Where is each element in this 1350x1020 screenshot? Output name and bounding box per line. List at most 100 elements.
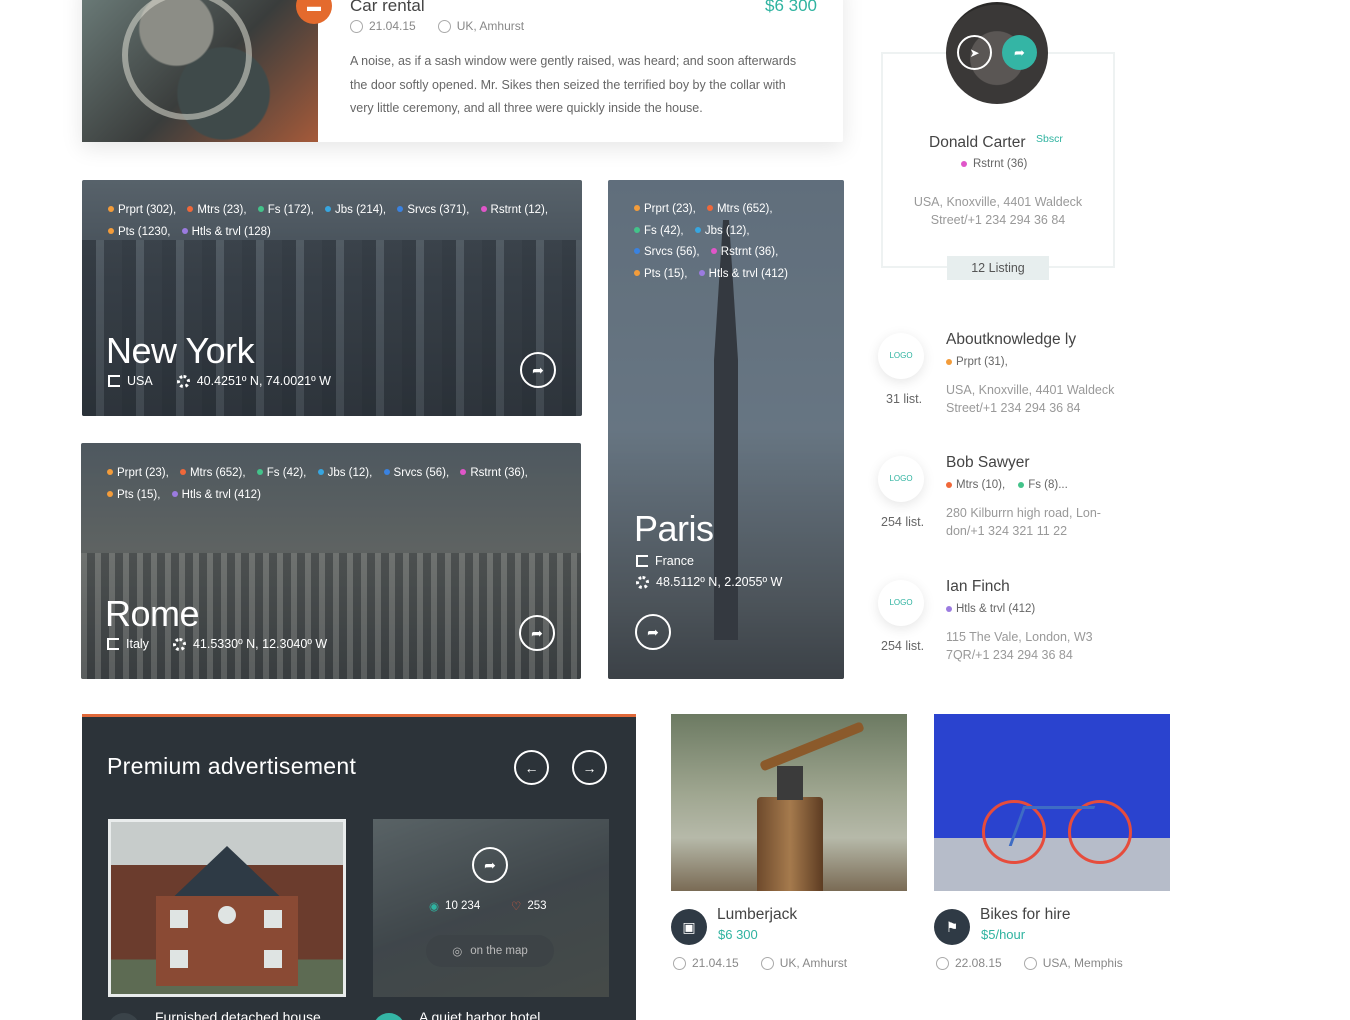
category-dot <box>698 269 705 276</box>
hotel-category-icon <box>373 1013 405 1020</box>
category-tag[interactable]: Pts (15), <box>634 268 687 280</box>
listing-price: $6 300 <box>718 927 758 942</box>
category-label: Mtrs (10), <box>956 479 1006 491</box>
premium-card-house-image[interactable] <box>108 819 346 997</box>
agency-name[interactable]: Aboutknowledge ly <box>946 331 1076 349</box>
category-tag[interactable]: Jbs (12), <box>694 225 750 237</box>
listing-location: UK, Amhurst <box>437 19 524 33</box>
category-tag[interactable]: Jbs (12), <box>317 467 372 479</box>
subscribe-link[interactable]: Sbscr <box>1036 133 1063 145</box>
city-location: Italy 41.5330º N, 12.3040º W <box>107 637 327 651</box>
category-dot <box>107 490 113 497</box>
listing-image-lumberjack[interactable] <box>671 714 907 891</box>
house-category-icon <box>108 1013 140 1020</box>
category-tag[interactable]: Mtrs (23), <box>187 204 247 216</box>
category-tag[interactable]: Rstrnt (36), <box>460 467 528 479</box>
category-tag[interactable]: Mtrs (652), <box>706 203 773 215</box>
agency-logo[interactable]: LOGO <box>878 456 924 502</box>
briefcase-icon: ▣ <box>671 909 707 945</box>
category-tag[interactable]: Prprt (23), <box>634 203 696 215</box>
category-tag[interactable]: Rstrnt (12), <box>480 204 548 216</box>
premium-card-title[interactable]: Furnished detached house <box>155 1009 321 1020</box>
panel-title: Premium advertisement <box>107 753 357 779</box>
category-dot <box>181 227 188 234</box>
premium-card-title[interactable]: A quiet harbor hotel <box>419 1009 540 1020</box>
category-dot <box>634 269 640 276</box>
city-coordinates: 48.5112º N, 2.2055º W <box>636 575 782 589</box>
category-tag[interactable]: Jbs (214), <box>325 204 386 216</box>
listing-date: 21.04.15 <box>673 956 739 970</box>
agency-categories: Mtrs (10), Fs (8)... <box>946 479 1076 491</box>
listing-card-car-rental[interactable]: ▬ Car rental $6 300 21.04.15 UK, Amhurst… <box>82 0 843 142</box>
profile-name[interactable]: Donald Carter <box>929 134 1026 152</box>
listing-date: 22.08.15 <box>936 956 1002 970</box>
profile-address: USA, Knoxville, 4401 Waldeck Street/+1 2… <box>913 195 1083 227</box>
premium-advertisement-panel: Premium advertisement ← → ➦ ◉ 10 234 ♡ 253… <box>82 714 636 1020</box>
category-tag[interactable]: Pts (1230, <box>108 226 170 238</box>
likes-count[interactable]: ♡ 253 <box>511 899 547 913</box>
category-dot <box>946 359 952 365</box>
flag-icon: ⚑ <box>934 909 970 945</box>
city-name: Paris <box>634 508 714 549</box>
category-tag[interactable]: Fs (172), <box>257 204 314 216</box>
agency-listing-count: 31 list. <box>886 392 923 406</box>
city-card-rome[interactable]: Prprt (23), Mtrs (652), Fs (42), Jbs (12… <box>81 443 581 679</box>
category-tag[interactable]: Htls & trvl (412) <box>698 268 788 280</box>
listing-location: UK, Amhurst <box>760 956 847 970</box>
clock-icon <box>350 19 363 33</box>
listing-title[interactable]: Lumberjack <box>717 906 797 924</box>
premium-card-hotel-image[interactable]: ➦ ◉ 10 234 ♡ 253 ◎ on the map <box>373 819 609 997</box>
share-button[interactable]: ➦ <box>519 615 555 651</box>
agency-listing-count: 254 list. <box>881 515 925 529</box>
category-tag[interactable]: Srvcs (56), <box>383 467 449 479</box>
agency-name[interactable]: Bob Sawyer <box>946 454 1030 472</box>
listing-image[interactable] <box>82 0 318 142</box>
city-card-new-york[interactable]: Prprt (302), Mtrs (23), Fs (172), Jbs (2… <box>82 180 582 416</box>
category-tag[interactable]: Srvcs (56), <box>634 246 700 258</box>
category-tag[interactable]: Prprt (23), <box>107 467 169 479</box>
listing-price: $5/hour <box>981 927 1026 942</box>
listing-count-button[interactable]: 12 Listing <box>947 256 1049 280</box>
category-dot <box>634 248 640 254</box>
category-dot <box>1018 482 1025 488</box>
map-pin-icon <box>437 19 451 33</box>
city-country: France <box>636 554 694 568</box>
category-dot <box>187 206 194 212</box>
agency-listing-count: 254 list. <box>881 639 925 653</box>
city-card-paris[interactable]: Prprt (23), Mtrs (652), Fs (42), Jbs (12… <box>608 180 844 679</box>
agency-name[interactable]: Ian Finch <box>946 578 1010 596</box>
listing-title[interactable]: Bikes for hire <box>980 906 1070 924</box>
map-pin-icon <box>1023 956 1037 970</box>
share-button[interactable]: ➦ <box>520 352 556 388</box>
category-dot <box>256 469 263 475</box>
prev-arrow-button[interactable]: ← <box>514 750 549 785</box>
category-tag[interactable]: Pts (15), <box>107 489 160 501</box>
next-arrow-button[interactable]: → <box>572 750 607 785</box>
category-tag[interactable]: Fs (42), <box>256 467 306 479</box>
listing-image-bikes[interactable] <box>934 714 1170 891</box>
category-tag[interactable]: Fs (42), <box>634 225 684 237</box>
category-tag[interactable]: Srvcs (371), <box>397 204 469 216</box>
category-tags: Prprt (302), Mtrs (23), Fs (172), Jbs (2… <box>108 200 558 243</box>
share-button[interactable]: ➦ <box>472 847 508 883</box>
listing-date: 21.04.15 <box>350 19 416 33</box>
category-tags: Prprt (23), Mtrs (652), Fs (42), Jbs (12… <box>634 199 834 285</box>
agency-logo[interactable]: LOGO <box>878 580 924 626</box>
share-button[interactable]: ➦ <box>635 614 671 650</box>
category-dot <box>257 206 264 212</box>
category-tags: Prprt (23), Mtrs (652), Fs (42), Jbs (12… <box>107 463 557 506</box>
on-the-map-button[interactable]: ◎ on the map <box>426 935 554 967</box>
category-tag[interactable]: Prprt (302), <box>108 204 176 216</box>
category-dot <box>325 206 331 212</box>
category-tag[interactable]: Htls & trvl (412) <box>171 489 261 501</box>
category-tag[interactable]: Htls & trvl (128) <box>181 226 271 238</box>
agency-address: USA, Knoxville, 4401 Waldeck Street/+1 2… <box>946 383 1115 415</box>
agency-logo[interactable]: LOGO <box>878 333 924 379</box>
listing-title[interactable]: Car rental <box>350 0 425 16</box>
share-profile-button[interactable]: ➦ <box>1002 35 1037 70</box>
category-tag[interactable]: Mtrs (652), <box>179 467 246 479</box>
send-message-button[interactable]: ➤ <box>957 35 992 70</box>
views-count: ◉ 10 234 <box>429 900 481 913</box>
listing-description: A noise, as if a sash window were gently… <box>350 54 797 115</box>
category-tag[interactable]: Rstrnt (36), <box>710 246 778 258</box>
